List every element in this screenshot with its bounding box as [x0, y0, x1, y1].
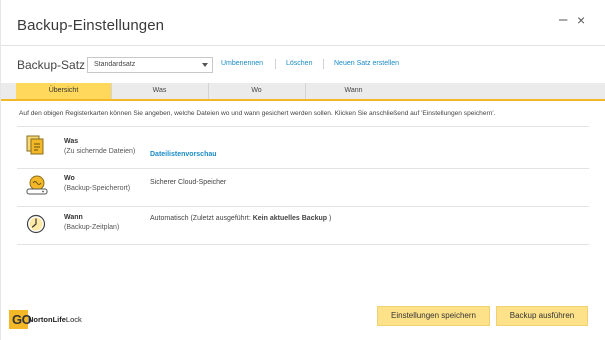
- tab-underline: [1, 99, 605, 101]
- backup-set-select[interactable]: Standardsatz: [87, 57, 213, 73]
- logo-text: NortonLifeLock: [28, 315, 82, 324]
- intro-text: Auf den obigen Registerkarten können Sie…: [19, 110, 496, 117]
- create-set-link[interactable]: Neuen Satz erstellen: [334, 60, 399, 67]
- when-value-prefix: Automatisch (Zuletzt ausgeführt:: [150, 215, 253, 222]
- tab-overview[interactable]: Übersicht: [16, 83, 111, 99]
- row-divider: [17, 244, 589, 245]
- run-backup-button[interactable]: Backup ausführen: [496, 306, 588, 326]
- header-divider: [1, 45, 605, 46]
- minimize-icon[interactable]: –: [559, 12, 567, 28]
- when-title: Wann: [64, 214, 83, 221]
- close-icon[interactable]: ×: [577, 12, 585, 28]
- save-settings-button[interactable]: Einstellungen speichern: [377, 306, 490, 326]
- backup-set-label: Backup-Satz: [17, 58, 86, 72]
- delete-link[interactable]: Löschen: [286, 60, 312, 67]
- files-folder-icon: [25, 134, 47, 156]
- row-divider: [17, 206, 589, 207]
- when-value: Automatisch (Zuletzt ausgeführt: Kein ak…: [150, 215, 331, 222]
- link-divider: [275, 59, 276, 69]
- when-subtitle: (Backup-Zeitplan): [64, 224, 120, 231]
- section-divider: [17, 126, 589, 127]
- rename-link[interactable]: Umbenennen: [221, 60, 263, 67]
- tab-bar: Übersicht Was Wo Wann: [1, 83, 605, 99]
- tab-when[interactable]: Wann: [306, 83, 401, 99]
- tab-what[interactable]: Was: [112, 83, 207, 99]
- backup-settings-window: Backup-Einstellungen – × Backup-Satz Sta…: [0, 0, 605, 340]
- where-title: Wo: [64, 175, 75, 182]
- backup-set-selected-value: Standardsatz: [94, 61, 136, 68]
- file-list-preview-link[interactable]: Dateilistenvorschau: [150, 151, 217, 158]
- chevron-down-icon: [202, 63, 208, 67]
- what-title: Was: [64, 138, 79, 145]
- logo-text-rest: Lock: [65, 315, 82, 324]
- link-divider: [323, 59, 324, 69]
- tab-where[interactable]: Wo: [209, 83, 304, 99]
- what-subtitle: (Zu sichernde Dateien): [64, 148, 136, 155]
- nortonlifelock-logo: GO NortonLifeLock: [9, 309, 119, 331]
- window-title: Backup-Einstellungen: [17, 17, 165, 34]
- row-divider: [17, 168, 589, 169]
- when-value-suffix: ): [327, 215, 332, 222]
- cloud-drive-icon: [25, 174, 48, 196]
- where-value: Sicherer Cloud-Speicher: [150, 179, 227, 186]
- where-subtitle: (Backup-Speicherort): [64, 185, 131, 192]
- clock-icon: [25, 213, 47, 235]
- logo-text-bold: NortonLife: [28, 315, 66, 324]
- when-last-run: Kein aktuelles Backup: [252, 215, 328, 222]
